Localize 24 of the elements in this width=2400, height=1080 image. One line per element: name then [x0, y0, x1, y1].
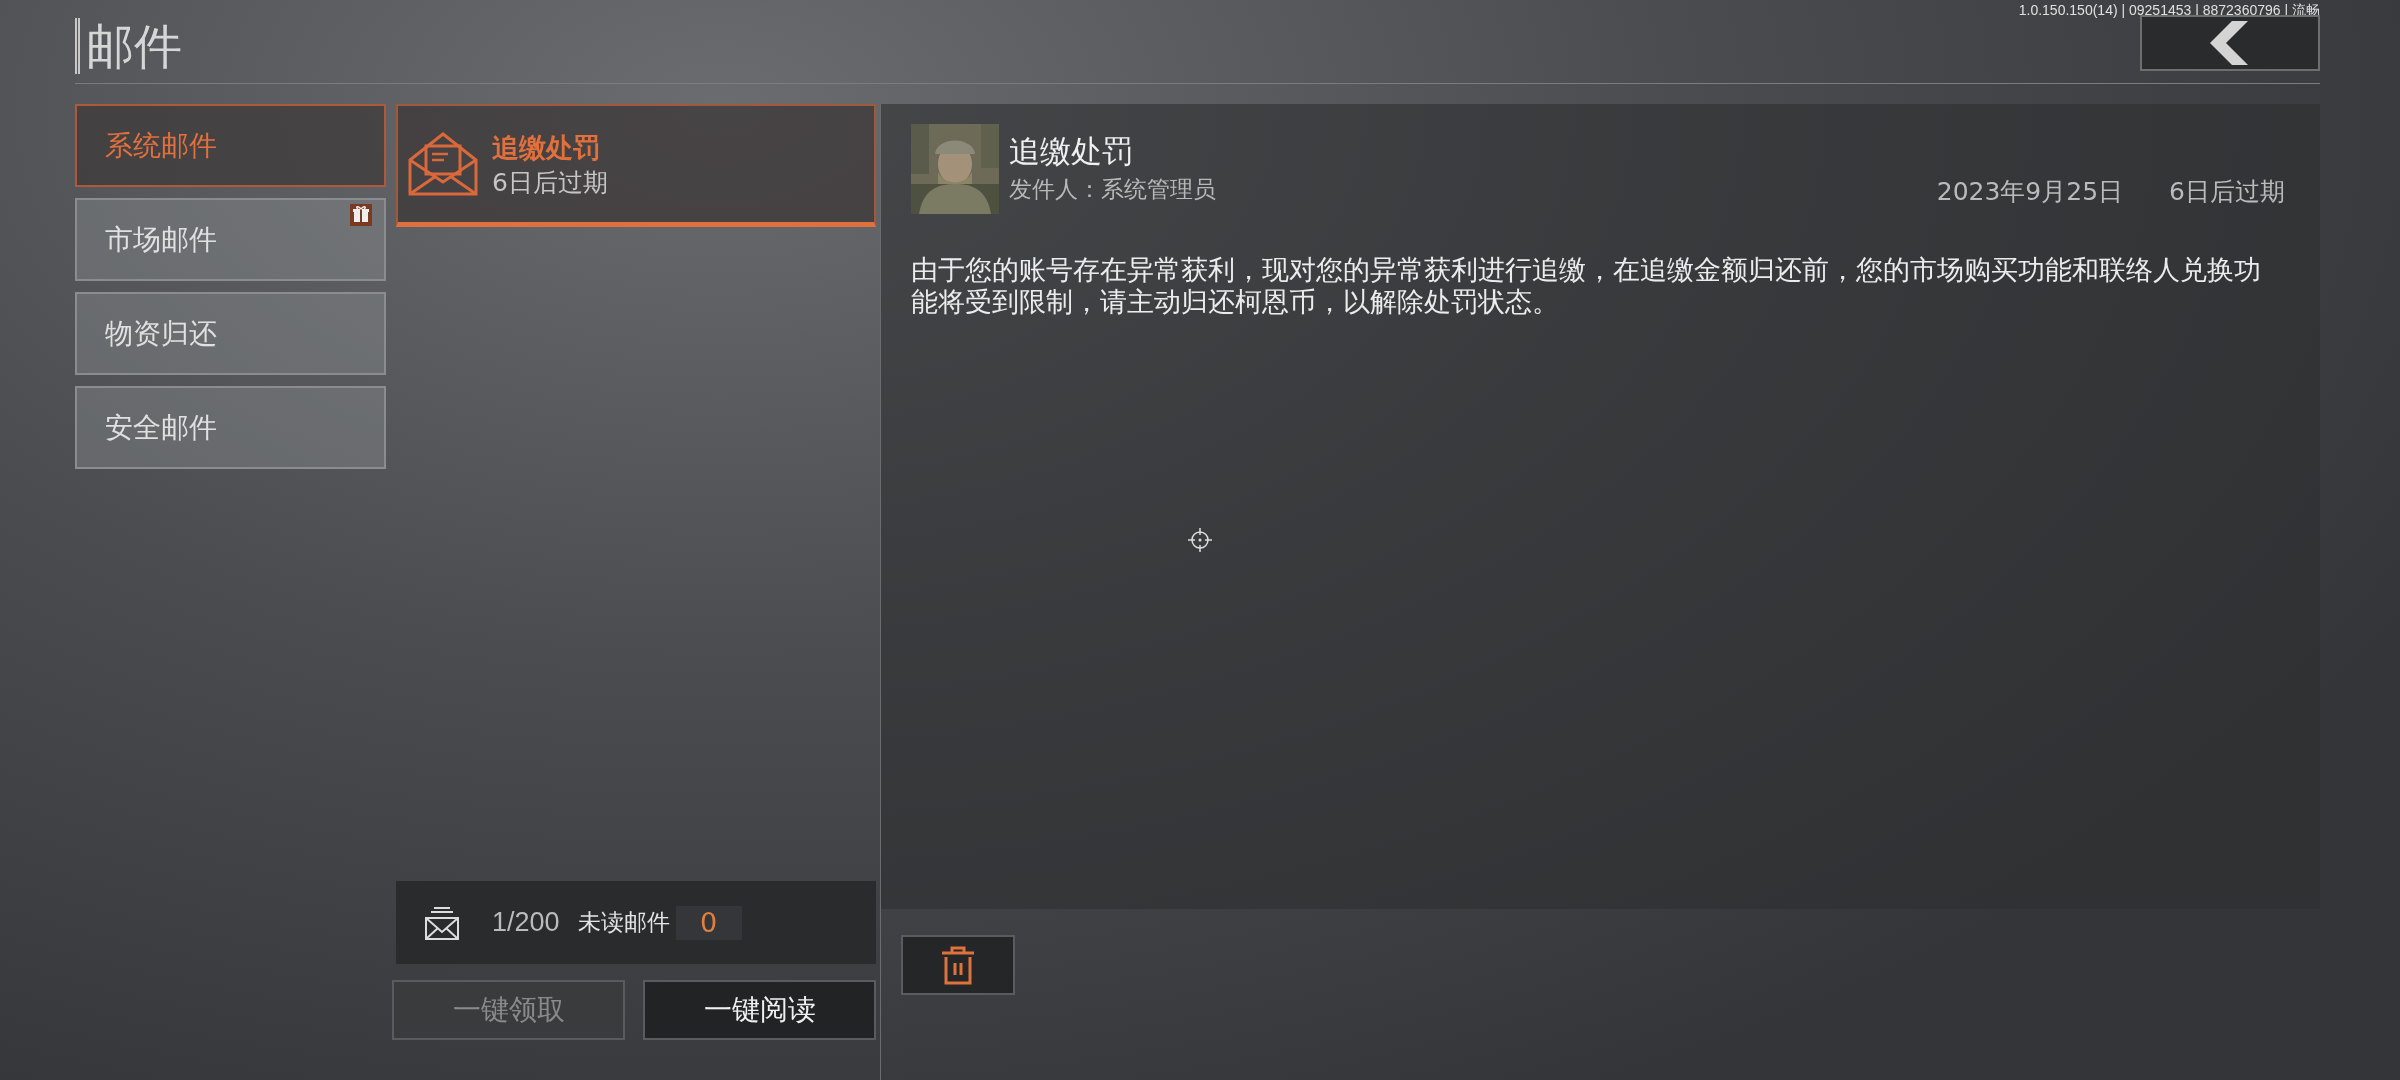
- category-tab[interactable]: 市场邮件: [75, 198, 386, 281]
- expiry-text: 6日后过期: [492, 166, 608, 199]
- unread-count: 0: [675, 905, 742, 940]
- sender-text: 发件人：系统管理员: [1009, 175, 1216, 204]
- category-tab[interactable]: 物资归还: [75, 292, 386, 375]
- envelope-icon: [408, 132, 478, 196]
- unread-label: 未读邮件: [577, 908, 670, 937]
- expiry-text: 6日后过期: [2169, 176, 2285, 208]
- mail-count: 1/200: [492, 907, 560, 938]
- chevron-left-icon: [2210, 21, 2250, 65]
- trash-icon: [940, 945, 976, 985]
- mailbox-icon: [424, 904, 460, 941]
- category-tab[interactable]: 系统邮件: [75, 104, 386, 187]
- action-button[interactable]: 一键阅读: [643, 980, 876, 1040]
- mail-title: 追缴处罚: [1009, 132, 1134, 171]
- mail-body: 由于您的账号存在异常获利，现对您的异常获利进行追缴，在追缴金额归还前，您的市场购买功能和联络人兑换功能将受到限制，请主动归还柯恩币，以解除处罚状态。: [911, 254, 2262, 318]
- category-tab[interactable]: 安全邮件: [75, 386, 386, 469]
- back-button[interactable]: [2140, 15, 2320, 71]
- delete-button[interactable]: [901, 935, 1015, 995]
- mail-item[interactable]: 追缴处罚 6日后过期: [396, 104, 876, 227]
- page-title: 邮件: [75, 18, 182, 74]
- mail-subject: 追缴处罚: [492, 130, 601, 165]
- date-text: 2023年9月25日: [1936, 176, 2124, 208]
- crosshair-icon: [1188, 528, 1212, 552]
